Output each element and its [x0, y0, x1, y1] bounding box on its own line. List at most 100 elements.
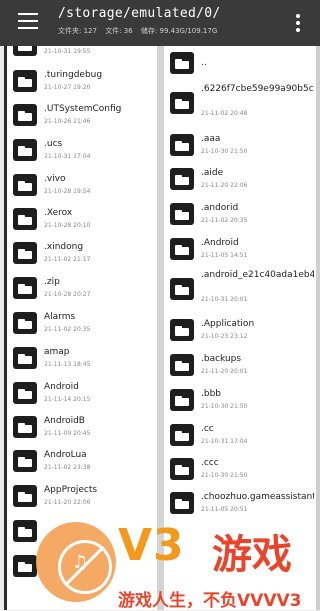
file-name: .Xerox [44, 208, 73, 218]
list-item[interactable]: .choozhuo.gameassistant 21-11-05 20:51 [164, 486, 316, 520]
folder-icon [170, 134, 194, 156]
file-date: 21-11-02 20:35 [44, 326, 91, 333]
list-item[interactable]: Android 21-11-14 20:15 [7, 376, 160, 410]
file-date: 21-11-20 22:06 [44, 499, 91, 506]
list-item[interactable]: .android_e21c40ada1eb4f5b6627 21-10-31 2… [164, 266, 316, 312]
file-name: .choozhuo.gameassistant [201, 492, 314, 502]
file-date: 21-11-02 20:35 [201, 217, 248, 224]
folder-icon [170, 389, 194, 411]
folder-icon [13, 139, 37, 161]
file-name: .Application [201, 319, 255, 329]
site-watermark: ♫ V3 游戏 游戏人生，不负VVVV3 [30, 520, 320, 611]
watermark-slogan: 游戏人生，不负VVVV3 [118, 591, 302, 611]
file-date: 21-11-02 21:17 [44, 256, 91, 263]
file-date: 21-11-13 18:45 [44, 361, 91, 368]
file-name: AppProjects [44, 485, 98, 495]
list-item[interactable]: Alarms 21-11-02 20:35 [7, 306, 160, 340]
list-item[interactable]: .aaa 21-10-30 21:50 [164, 128, 316, 162]
file-date: 21-10-31 17:04 [201, 438, 248, 445]
file-date: 21-10-30 21:50 [201, 472, 248, 479]
list-item[interactable]: .Android 21-11-05 14:51 [164, 232, 316, 266]
file-date: 21-10-31 20:01 [201, 296, 248, 303]
file-name: .. [201, 58, 207, 68]
list-item[interactable]: 21-10-31 19:55 [7, 46, 160, 62]
file-name: .turingdebug [44, 70, 103, 80]
list-item[interactable]: .ccc 21-10-30 21:50 [164, 452, 316, 486]
list-item[interactable]: .cc 21-10-31 17:04 [164, 418, 316, 452]
folder-icon [13, 347, 37, 369]
file-name: Alarms [44, 312, 76, 322]
list-item[interactable]: .xindong 21-11-02 21:17 [7, 236, 160, 270]
folder-icon [13, 312, 37, 334]
file-name: .backups [201, 354, 242, 364]
music-note-icon: ♫ [72, 552, 89, 573]
folder-icon [170, 278, 194, 300]
file-date: 21-10-31 19:55 [44, 48, 91, 55]
file-date: 21-10-27 19:20 [44, 84, 91, 91]
storage-usage: 储存: 99.43G/109.17G [140, 27, 218, 35]
file-name: .cc [201, 424, 214, 434]
folder-icon [13, 208, 37, 230]
folder-icon [13, 46, 37, 56]
file-name: Android [44, 382, 79, 392]
folder-icon [13, 70, 37, 92]
more-options-icon[interactable] [296, 14, 300, 35]
list-item[interactable]: .aide 21-11-20 22:06 [164, 162, 316, 196]
file-name: .ucs [44, 139, 63, 149]
file-name: .vivo [44, 174, 66, 184]
folder-icon [170, 458, 194, 480]
file-name: AndroidB [44, 416, 85, 426]
watermark-title: 游戏 [212, 532, 292, 578]
hamburger-menu-icon[interactable] [18, 13, 38, 29]
list-item[interactable]: .Application 21-10-23 23:12 [164, 313, 316, 347]
storage-info: 文件夹: 127 文件: 36 储存: 99.43G/109.17G [58, 26, 223, 36]
folder-icon [13, 174, 37, 196]
folder-icon [170, 238, 194, 260]
folder-icon [13, 485, 37, 507]
folder-icon [170, 319, 194, 341]
file-name: amap [44, 347, 70, 357]
folder-icon [170, 203, 194, 225]
file-name: .zip [44, 277, 60, 287]
file-date: 21-10-23 23:12 [201, 333, 248, 340]
file-name: .bbb [201, 389, 221, 399]
folder-icon [170, 92, 194, 114]
list-item[interactable]: AndroidB 21-11-09 20:45 [7, 410, 160, 444]
top-app-bar: /storage/emulated/0/ 文件夹: 127 文件: 36 储存:… [0, 0, 320, 46]
folder-icon [13, 416, 37, 438]
list-item[interactable]: .UTSystemConfig 21-10-26 21:46 [7, 98, 160, 132]
folder-icon [170, 492, 194, 514]
file-date: 21-10-30 21:50 [201, 403, 248, 410]
file-date: 21-11-05 14:51 [201, 252, 248, 259]
list-item[interactable]: .ucs 21-10-31 17:04 [7, 133, 160, 167]
file-name: .xindong [44, 242, 84, 252]
list-item[interactable]: .backups 21-11-20 20:01 [164, 348, 316, 382]
list-item[interactable]: .zip 21-10-28 20:27 [7, 271, 160, 305]
list-item[interactable]: .bbb 21-10-30 21:50 [164, 383, 316, 417]
folder-icon [13, 382, 37, 404]
file-name: .6226f7cbe59e99a90b5cef6f94f966fd [201, 84, 314, 94]
list-item[interactable]: .6226f7cbe59e99a90b5cef6f94f966fd 21-11-… [164, 80, 316, 126]
file-name: .Android [201, 238, 239, 248]
parent-directory-item[interactable]: .. [164, 46, 316, 80]
file-date: 21-10-28 20:10 [44, 222, 91, 229]
file-name: AndroLua [44, 450, 87, 460]
file-name: .android_e21c40ada1eb4f5b6627 [201, 270, 314, 280]
watermark-logo-icon: ♫ [36, 522, 116, 602]
file-date: 21-10-30 21:50 [201, 148, 248, 155]
list-item[interactable]: .vivo 21-10-28 19:54 [7, 168, 160, 202]
list-item[interactable]: AppProjects 21-11-20 22:06 [7, 479, 160, 513]
folder-count: 文件夹: 127 [58, 27, 97, 35]
file-name: .andorid [201, 203, 239, 213]
folder-icon [170, 168, 194, 190]
file-name: .ccc [201, 458, 219, 468]
folder-icon [13, 450, 37, 472]
list-item[interactable]: .turingdebug 21-10-27 19:20 [7, 64, 160, 98]
list-item[interactable]: .Xerox 21-10-28 20:10 [7, 202, 160, 236]
folder-icon [170, 424, 194, 446]
list-item[interactable]: .andorid 21-11-02 20:35 [164, 197, 316, 231]
list-item[interactable]: AndroLua 21-11-02 23:38 [7, 444, 160, 478]
current-path: /storage/emulated/0/ [58, 6, 221, 21]
file-date: 21-11-14 20:15 [44, 396, 91, 403]
list-item[interactable]: amap 21-11-13 18:45 [7, 341, 160, 375]
